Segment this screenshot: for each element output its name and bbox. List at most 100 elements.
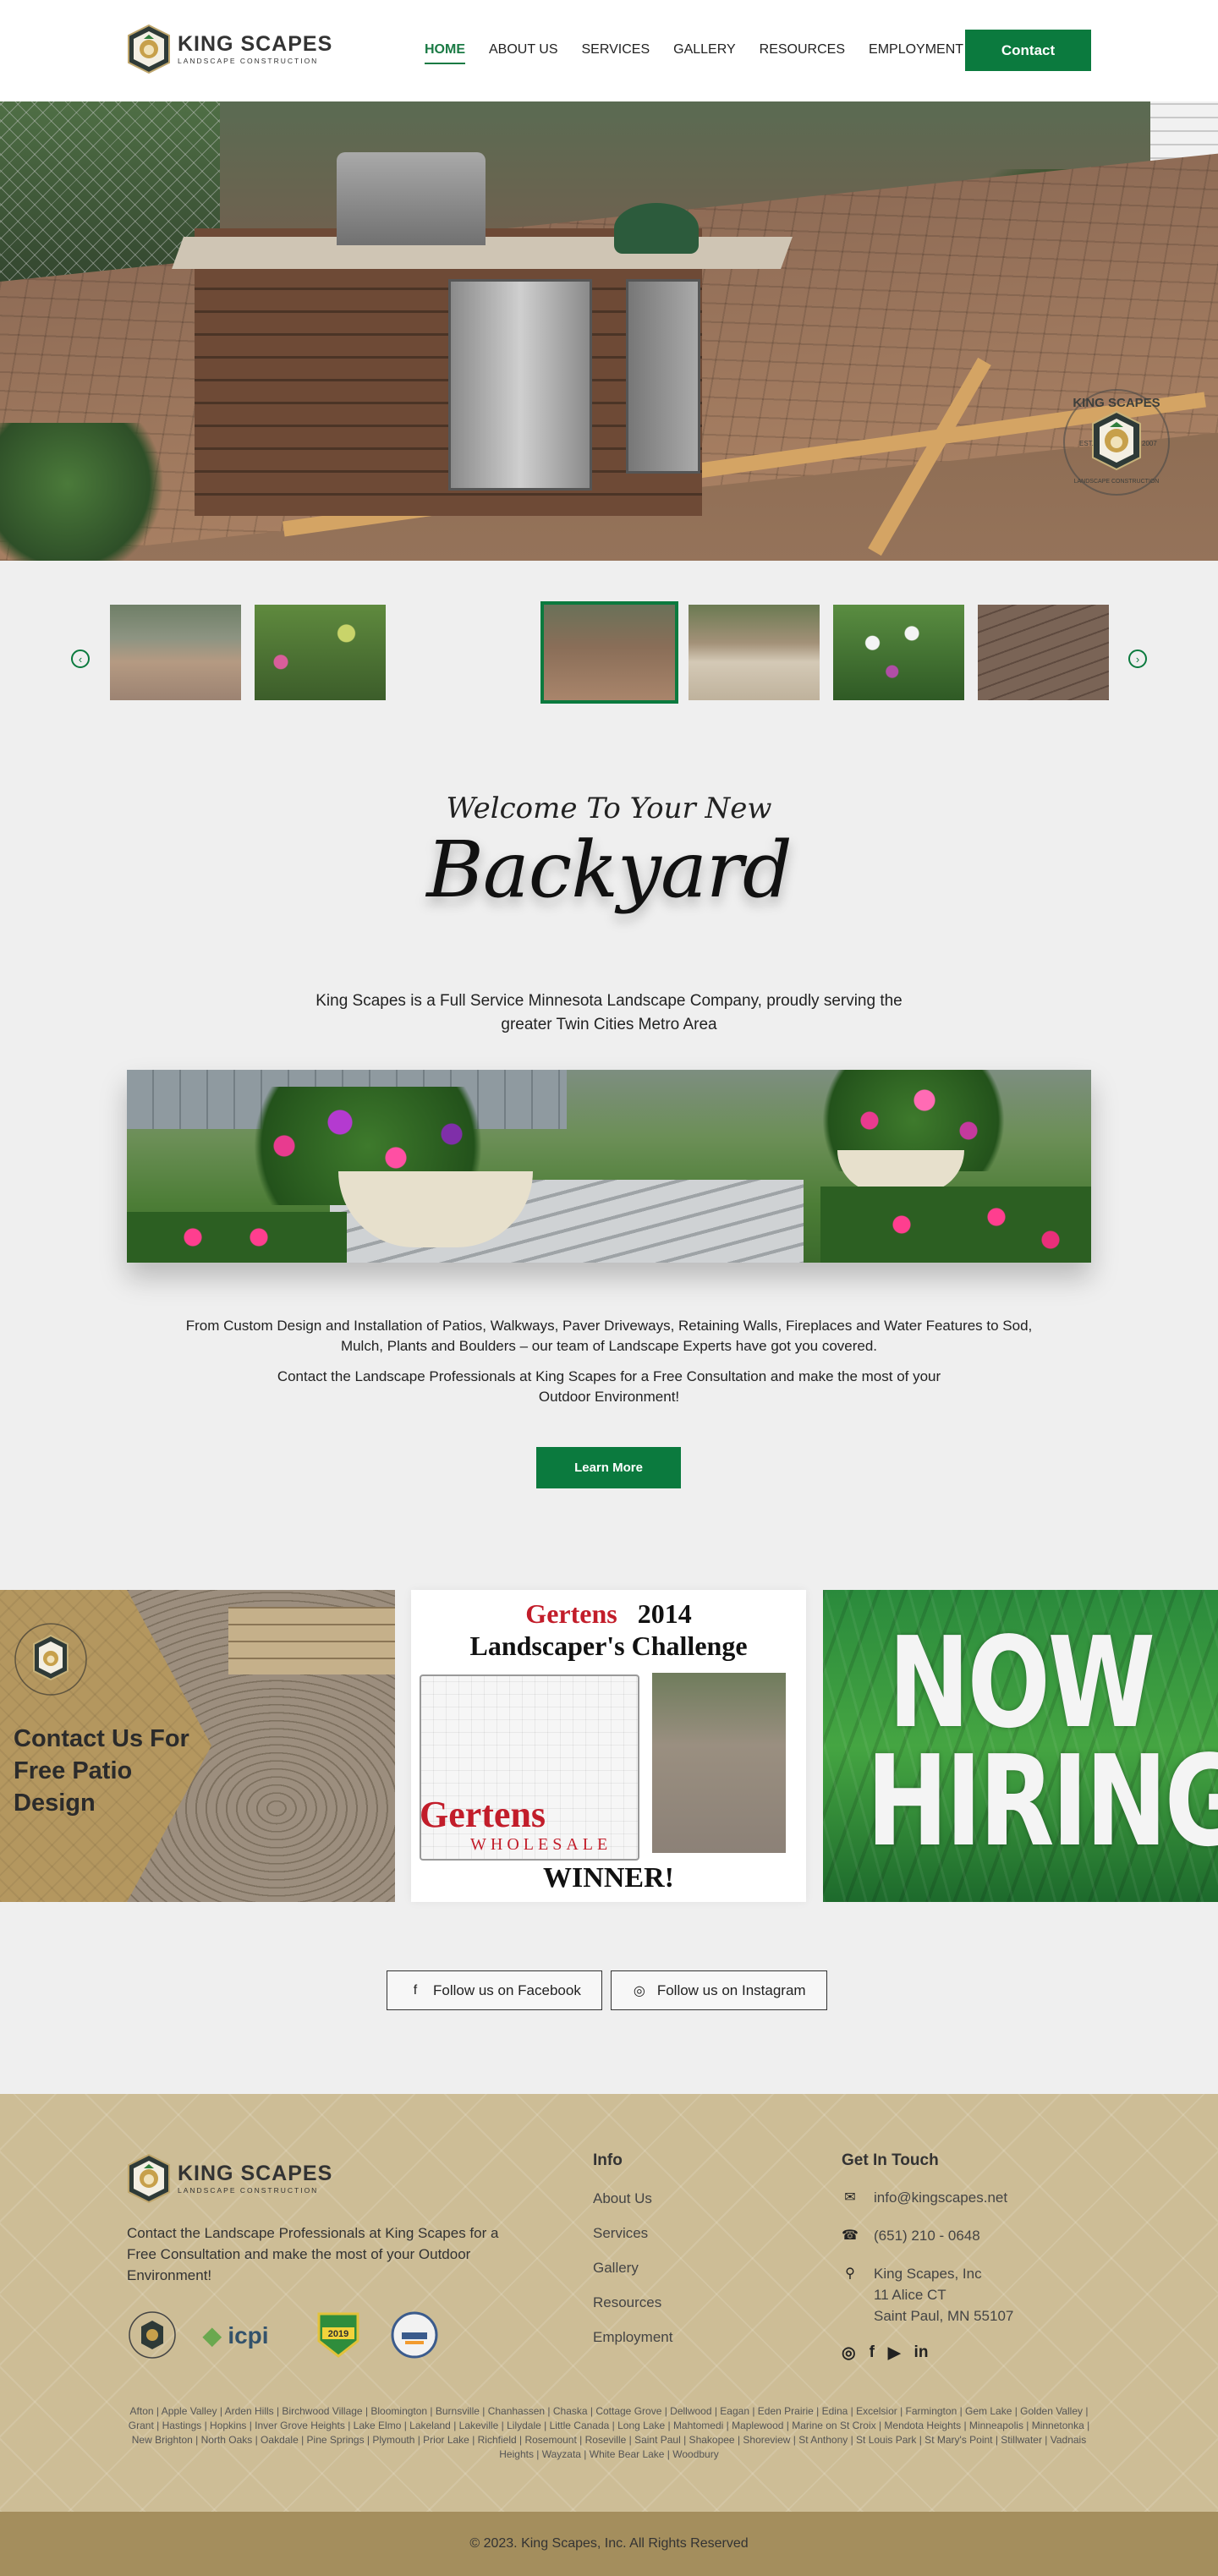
- hero-grill-doors: [448, 279, 592, 491]
- nav-gallery[interactable]: GALLERY: [673, 42, 736, 64]
- lion-shield-icon: [128, 24, 170, 74]
- hero-image: KING SCAPES EST. 2007 LANDSCAPE CONSTRUC…: [0, 101, 1218, 561]
- facebook-follow-button[interactable]: f Follow us on Facebook: [387, 1970, 602, 2010]
- now-hiring-line2: HIRING: [866, 1729, 1218, 1874]
- hero-badge-year: 2007: [1142, 440, 1157, 447]
- footer-badges: ◆ icpi 2019: [127, 2310, 440, 2360]
- footer-link-about-us[interactable]: About Us: [593, 2190, 652, 2206]
- hero-egg-smoker: [614, 203, 699, 254]
- banner-pink-flowers-left: [127, 1212, 347, 1263]
- nav-services[interactable]: SERVICES: [582, 42, 650, 64]
- footer-brand-name: KING SCAPES: [178, 2161, 333, 2185]
- award-year-text: 2019: [328, 2329, 348, 2339]
- footer-info-column: Info About Us Services Gallery Resources…: [593, 2151, 672, 2364]
- footer-brand-text: KING SCAPES LANDSCAPE CONSTRUCTION: [178, 2161, 333, 2195]
- patio-card-stone-wall: [228, 1607, 395, 1674]
- instagram-icon: ◎: [633, 1983, 645, 1998]
- nav-resources[interactable]: RESOURCES: [760, 42, 845, 64]
- gertens-brand: Gertens: [525, 1598, 617, 1629]
- phone-icon: ☎: [842, 2228, 859, 2243]
- thumbnail-outdoor-kitchen[interactable]: [540, 601, 678, 704]
- footer-address-line3: Saint Paul, MN 55107: [874, 2308, 1014, 2324]
- thumbnail-retaining-wall[interactable]: [398, 605, 529, 700]
- hero-badge-logo: KING SCAPES EST. 2007 LANDSCAPE CONSTRUC…: [1063, 389, 1170, 496]
- footer-info-links: About Us Services Gallery Resources Empl…: [593, 2190, 672, 2346]
- footer-link-employment[interactable]: Employment: [593, 2329, 672, 2345]
- service-area-cities: Afton | Apple Valley | Arden Hills | Bir…: [128, 2405, 1090, 2460]
- gertens-heading: Gertens 2014: [411, 1598, 806, 1630]
- hero-badge-bottom-text: LANDSCAPE CONSTRUCTION: [1074, 479, 1160, 485]
- consultation-description: Contact the Landscape Professionals at K…: [277, 1368, 941, 1405]
- footer-social-icons: ◎ f ▶ in: [842, 2343, 1013, 2363]
- footer-logo[interactable]: KING SCAPES LANDSCAPE CONSTRUCTION: [127, 2153, 332, 2204]
- footer-address-row: ⚲ King Scapes, Inc 11 Alice CT Saint Pau…: [842, 2263, 1013, 2327]
- footer-address-line1: King Scapes, Inc: [874, 2266, 982, 2282]
- footer-phone-row[interactable]: ☎ (651) 210 - 0648: [842, 2225, 1013, 2246]
- thumbnail-patio-furniture[interactable]: [110, 605, 241, 700]
- gallery-next-arrow-icon[interactable]: ›: [1128, 649, 1147, 668]
- youtube-icon[interactable]: ▶: [888, 2343, 901, 2363]
- brand-tagline: LANDSCAPE CONSTRUCTION: [178, 56, 319, 65]
- welcome-subtitle: Welcome To Your New: [446, 792, 772, 825]
- facebook-icon[interactable]: f: [870, 2343, 875, 2363]
- nav-about-us[interactable]: ABOUT US: [489, 42, 558, 64]
- free-patio-design-card[interactable]: Contact Us For Free Patio Design: [0, 1590, 395, 1902]
- banner-pink-flowers-right: [820, 1187, 1091, 1263]
- footer-address: King Scapes, Inc 11 Alice CT Saint Paul,…: [874, 2263, 1013, 2327]
- gertens-winner-text: WINNER!: [543, 1862, 674, 1894]
- thumbnail-flower-garden[interactable]: [833, 605, 964, 700]
- nav-home[interactable]: HOME: [425, 42, 465, 64]
- footer-link-resources[interactable]: Resources: [593, 2294, 661, 2310]
- footer-about-text: Contact the Landscape Professionals at K…: [127, 2225, 499, 2283]
- hero-grill: [337, 152, 486, 245]
- brand-name: KING SCAPES: [178, 31, 333, 56]
- footer-lion-shield-icon: [128, 2153, 170, 2204]
- social-follow-buttons: f Follow us on Facebook ◎ Follow us on Ins…: [387, 1970, 827, 2010]
- angies-list-award-icon: 2019: [313, 2310, 364, 2360]
- nav-employment[interactable]: EMPLOYMENT: [869, 42, 963, 64]
- instagram-icon[interactable]: ◎: [842, 2343, 856, 2363]
- thumbnail-paver-walkway[interactable]: [978, 605, 1109, 700]
- footer-phone: (651) 210 - 0648: [874, 2228, 980, 2244]
- footer-link-services[interactable]: Services: [593, 2225, 648, 2241]
- footer-email-row[interactable]: ✉ info@kingscapes.net: [842, 2187, 1013, 2208]
- footer-contact-heading: Get In Touch: [842, 2151, 939, 2169]
- patio-card-badge-logo: [14, 1623, 87, 1696]
- site-header: KING SCAPES LANDSCAPE CONSTRUCTION HOME …: [0, 0, 1218, 101]
- site-logo[interactable]: KING SCAPES LANDSCAPE CONSTRUCTION: [127, 24, 332, 74]
- gertens-subtitle: Landscaper's Challenge: [469, 1631, 748, 1661]
- now-hiring-card[interactable]: NOW HIRING: [823, 1590, 1218, 1902]
- footer-info-heading: Info: [593, 2151, 623, 2169]
- footer-link-gallery[interactable]: Gallery: [593, 2260, 639, 2276]
- hero-plants: [0, 423, 169, 561]
- services-description: From Custom Design and Installation of P…: [185, 1318, 1033, 1354]
- gallery-thumbnails: ‹ ›: [0, 561, 1218, 738]
- facebook-follow-label: Follow us on Facebook: [433, 1981, 581, 1998]
- footer-contact-column: Get In Touch ✉ info@kingscapes.net ☎ (651)…: [842, 2151, 1013, 2363]
- footer-email: info@kingscapes.net: [874, 2190, 1008, 2206]
- hero-badge-top-text: KING SCAPES: [1073, 396, 1160, 410]
- icpi-badge-text: icpi: [228, 2321, 269, 2349]
- copyright-text: © 2023. King Scapes, Inc. All Rights Res…: [469, 2536, 749, 2551]
- learn-more-button[interactable]: Learn More: [536, 1447, 681, 1488]
- footer-brand-tagline: LANDSCAPE CONSTRUCTION: [178, 2185, 319, 2195]
- footer-address-line2: 11 Alice CT: [874, 2287, 946, 2303]
- gertens-year: 2014: [637, 1598, 692, 1629]
- icpi-badge: ◆ icpi: [203, 2321, 269, 2349]
- brand-text: KING SCAPES LANDSCAPE CONSTRUCTION: [178, 31, 333, 65]
- king-scapes-badge-icon: [127, 2310, 178, 2360]
- thumbnail-garden-beds[interactable]: [255, 605, 386, 700]
- gallery-prev-arrow-icon[interactable]: ‹: [71, 649, 90, 668]
- linkedin-icon[interactable]: in: [914, 2343, 929, 2363]
- flower-banner-image: [127, 1070, 1091, 1263]
- gertens-award-card[interactable]: Gertens 2014 Landscaper's Challenge Gert…: [411, 1590, 806, 1902]
- contact-button[interactable]: Contact: [965, 30, 1091, 71]
- copyright-bar: © 2023. King Scapes, Inc. All Rights Res…: [0, 2512, 1218, 2576]
- gertens-logo-text: Gertens: [420, 1794, 546, 1835]
- homeadvisor-badge-icon: [389, 2310, 440, 2360]
- instagram-follow-label: Follow us on Instagram: [656, 1981, 806, 1998]
- welcome-intro: King Scapes is a Full Service Minnesota …: [315, 992, 903, 1033]
- gertens-wholesale-text: WHOLESALE: [470, 1835, 612, 1854]
- instagram-follow-button[interactable]: ◎ Follow us on Instagram: [610, 1970, 827, 2010]
- thumbnail-pergola-patio[interactable]: [689, 605, 820, 700]
